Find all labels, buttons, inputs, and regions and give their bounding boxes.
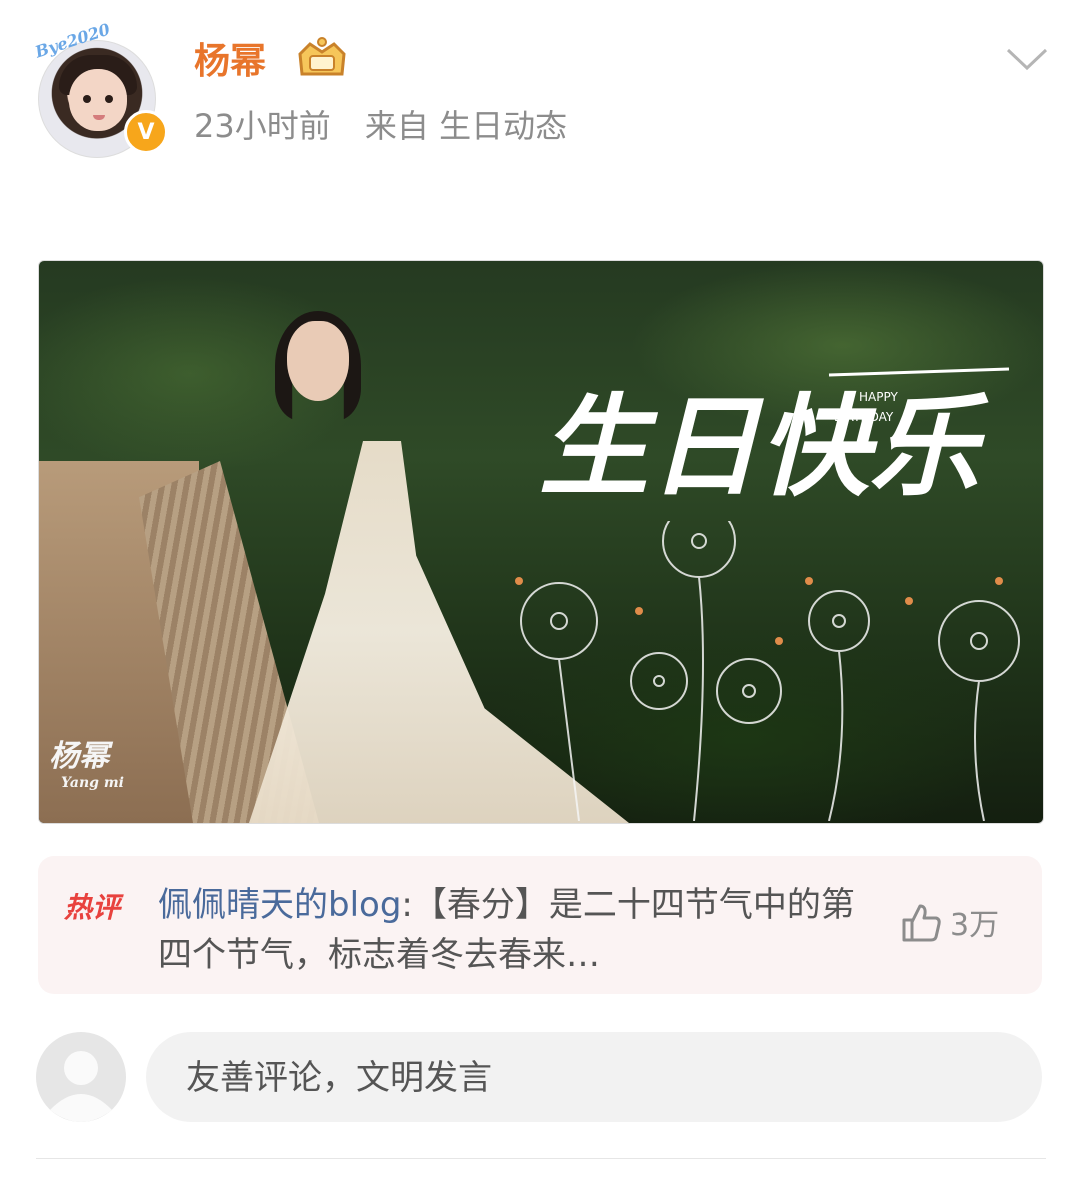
post-time: 23小时前 <box>194 107 331 145</box>
like-count: 3万 <box>950 908 1000 943</box>
default-user-icon <box>36 1032 126 1122</box>
comment-input[interactable] <box>184 1032 1008 1124</box>
author-name[interactable]: 杨幂 <box>194 38 266 86</box>
comment-box[interactable] <box>146 1032 1042 1124</box>
hot-comment-user[interactable]: 佩佩晴天的blog <box>158 885 401 925</box>
thumbs-up-icon <box>902 904 941 942</box>
signature-mark: 杨幂 Yang mi <box>49 739 124 791</box>
current-user-avatar[interactable] <box>36 1032 126 1122</box>
hot-comment[interactable]: 热评 佩佩晴天的blog:【春分】是二十四节气中的第四个节气，标志着冬去春来… … <box>38 856 1042 994</box>
like-button[interactable]: 3万 <box>898 900 999 944</box>
crown-member-icon <box>298 37 346 76</box>
post-source[interactable]: 来自 生日动态 <box>365 107 567 145</box>
divider <box>36 1158 1046 1159</box>
happy-text: HAPPY <box>859 390 898 404</box>
action-bar-partial <box>0 1180 1080 1197</box>
author-avatar[interactable]: Bye2020 V <box>33 20 168 158</box>
post-image[interactable]: 生日快乐 HAPPY BIRTHDAY 杨幂 Yang mi <box>38 260 1044 824</box>
chevron-down-icon[interactable] <box>1004 44 1050 74</box>
flower-line-art <box>515 521 1020 821</box>
hot-comment-badge: 热评 <box>64 891 121 924</box>
birthday-title: 生日快乐 <box>539 382 989 511</box>
hot-comment-text[interactable]: 佩佩晴天的blog:【春分】是二十四节气中的第四个节气，标志着冬去春来… <box>158 880 878 980</box>
post-meta: 23小时前 来自 生日动态 <box>194 104 591 148</box>
verified-badge-icon: V <box>124 110 168 154</box>
birthday-text: BIRTHDAY <box>834 410 894 424</box>
